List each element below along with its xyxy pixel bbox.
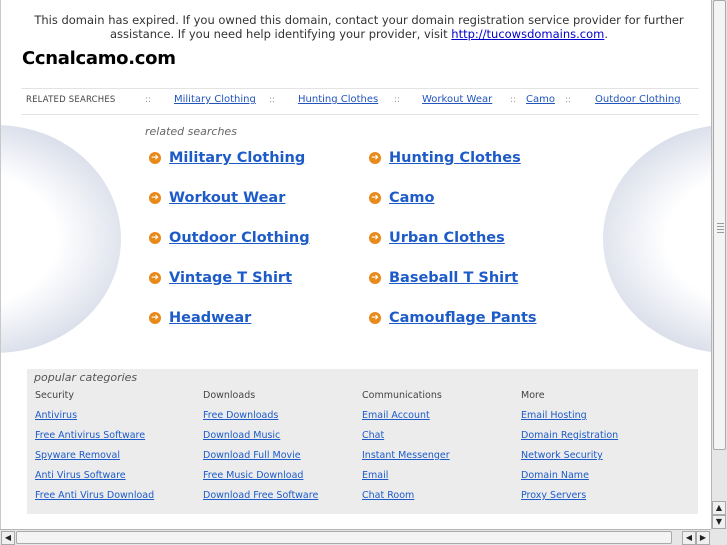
category-link[interactable]: Download Music	[203, 430, 318, 450]
arrow-circle-right-icon: ➔	[149, 272, 161, 284]
scrollbar-corner	[711, 529, 727, 545]
scroll-left-button[interactable]: ◀	[1, 531, 15, 545]
related-search-link[interactable]: Military Clothing	[169, 150, 305, 166]
category-link[interactable]: Email Account	[362, 410, 450, 430]
grip-line	[717, 223, 724, 224]
scroll-left-button-end[interactable]: ◀	[682, 531, 696, 545]
bar-link-outdoor-clothing[interactable]: Outdoor Clothing	[595, 94, 681, 105]
category-link[interactable]: Chat Room	[362, 490, 450, 510]
related-search-item[interactable]: ➔ Military Clothing	[149, 150, 305, 166]
related-search-item[interactable]: ➔ Outdoor Clothing	[149, 230, 310, 246]
related-search-item[interactable]: ➔ Camouflage Pants	[369, 310, 537, 326]
arrow-circle-right-icon: ➔	[369, 312, 381, 324]
category-link[interactable]: Email Hosting	[521, 410, 618, 430]
related-search-item[interactable]: ➔ Camo	[369, 190, 435, 206]
category-title: Downloads	[203, 390, 256, 401]
tucows-link[interactable]: http://tucowsdomains.com	[451, 27, 604, 41]
category-link[interactable]: Domain Name	[521, 470, 618, 490]
grip-line	[717, 232, 724, 233]
arrow-circle-right-icon: ➔	[369, 272, 381, 284]
category-title: Security	[35, 390, 75, 401]
category-link[interactable]: Free Anti Virus Download	[35, 490, 154, 510]
expired-notice: This domain has expired. If you owned th…	[21, 13, 697, 41]
category-link[interactable]: Chat	[362, 430, 450, 450]
arrow-circle-right-icon: ➔	[149, 152, 161, 164]
related-searches-bar: RELATED SEARCHES :: Military Clothing ::…	[21, 88, 699, 115]
related-search-item[interactable]: ➔ Workout Wear	[149, 190, 285, 206]
horizontal-scrollbar[interactable]: ◀ ◀ ▶	[0, 529, 711, 545]
category-link[interactable]: Anti Virus Software	[35, 470, 154, 490]
triangle-right-icon: ▶	[699, 533, 707, 542]
category-column-more: More Email Hosting Domain Registration N…	[521, 390, 618, 510]
category-link[interactable]: Free Music Download	[203, 470, 318, 490]
category-link[interactable]: Free Antivirus Software	[35, 430, 154, 450]
related-search-item[interactable]: ➔ Urban Clothes	[369, 230, 505, 246]
arrow-circle-right-icon: ➔	[369, 192, 381, 204]
related-search-item[interactable]: ➔ Hunting Clothes	[369, 150, 521, 166]
popular-categories-panel: popular categories Security Antivirus Fr…	[27, 369, 698, 514]
bar-separator: ::	[394, 95, 401, 105]
category-link[interactable]: Free Downloads	[203, 410, 318, 430]
related-search-link[interactable]: Urban Clothes	[389, 230, 505, 246]
decorative-left-swoosh	[1, 125, 121, 353]
category-link[interactable]: Instant Messenger	[362, 450, 450, 470]
category-link[interactable]: Download Full Movie	[203, 450, 318, 470]
category-column-communications: Communications Email Account Chat Instan…	[362, 390, 450, 510]
related-search-link[interactable]: Baseball T Shirt	[389, 270, 518, 286]
arrow-circle-right-icon: ➔	[369, 152, 381, 164]
category-link[interactable]: Antivirus	[35, 410, 154, 430]
arrow-circle-right-icon: ➔	[369, 232, 381, 244]
related-search-link[interactable]: Outdoor Clothing	[169, 230, 310, 246]
related-searches-heading: related searches	[145, 125, 237, 138]
decorative-right-swoosh	[603, 125, 712, 353]
notice-suffix: .	[604, 27, 609, 41]
bar-link-camo[interactable]: Camo	[526, 94, 555, 105]
arrow-circle-right-icon: ➔	[149, 192, 161, 204]
bar-link-workout-wear[interactable]: Workout Wear	[422, 94, 492, 105]
related-search-link[interactable]: Vintage T Shirt	[169, 270, 292, 286]
triangle-down-icon: ▼	[715, 517, 723, 526]
scroll-down-button[interactable]: ▼	[712, 515, 726, 529]
related-search-item[interactable]: ➔ Baseball T Shirt	[369, 270, 518, 286]
category-link[interactable]: Domain Registration	[521, 430, 618, 450]
category-link[interactable]: Network Security	[521, 450, 618, 470]
category-link[interactable]: Spyware Removal	[35, 450, 154, 470]
horizontal-scroll-thumb[interactable]	[16, 531, 672, 544]
bar-link-military-clothing[interactable]: Military Clothing	[174, 94, 256, 105]
scroll-right-button[interactable]: ▶	[696, 531, 710, 545]
category-title: Communications	[362, 390, 442, 401]
vertical-scrollbar[interactable]: ▲ ▼	[711, 0, 727, 529]
triangle-left-icon: ◀	[685, 533, 693, 542]
related-search-link[interactable]: Workout Wear	[169, 190, 285, 206]
category-column-downloads: Downloads Free Downloads Download Music …	[203, 390, 318, 510]
related-search-item[interactable]: ➔ Headwear	[149, 310, 251, 326]
related-search-link[interactable]: Headwear	[169, 310, 251, 326]
category-link[interactable]: Download Free Software	[203, 490, 318, 510]
page-viewport: This domain has expired. If you owned th…	[0, 0, 712, 529]
arrow-circle-right-icon: ➔	[149, 232, 161, 244]
bar-separator: ::	[145, 95, 152, 105]
category-column-security: Security Antivirus Free Antivirus Softwa…	[35, 390, 154, 510]
bar-separator: ::	[510, 95, 517, 105]
vertical-scroll-thumb[interactable]	[713, 0, 726, 450]
related-search-link[interactable]: Hunting Clothes	[389, 150, 521, 166]
category-title: More	[521, 390, 545, 401]
related-search-link[interactable]: Camouflage Pants	[389, 310, 537, 326]
scroll-up-button[interactable]: ▲	[712, 501, 726, 515]
popular-categories-heading: popular categories	[34, 371, 138, 384]
related-search-item[interactable]: ➔ Vintage T Shirt	[149, 270, 292, 286]
related-search-link[interactable]: Camo	[389, 190, 435, 206]
grip-line	[717, 229, 724, 230]
bar-separator: ::	[565, 95, 572, 105]
bar-separator: ::	[269, 95, 276, 105]
triangle-left-icon: ◀	[4, 533, 12, 542]
category-link[interactable]: Email	[362, 470, 450, 490]
related-searches-bar-label: RELATED SEARCHES	[26, 95, 116, 105]
grip-line	[717, 226, 724, 227]
bar-link-hunting-clothes[interactable]: Hunting Clothes	[298, 94, 378, 105]
arrow-circle-right-icon: ➔	[149, 312, 161, 324]
site-title: Ccnalcamo.com	[22, 48, 176, 69]
category-link[interactable]: Proxy Servers	[521, 490, 618, 510]
triangle-up-icon: ▲	[715, 503, 723, 512]
